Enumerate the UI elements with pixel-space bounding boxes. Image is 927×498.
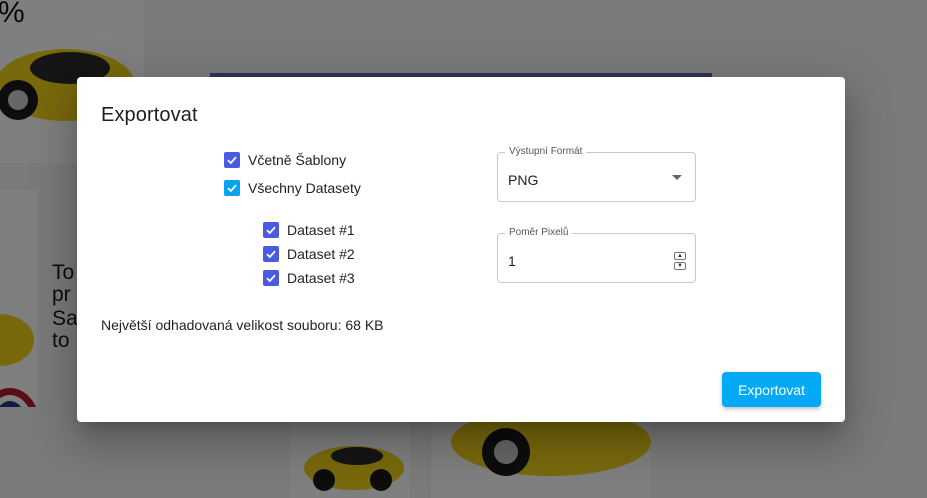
include-template-checkbox[interactable]: Včetně Šablony [224, 149, 346, 171]
number-spinner: ▲ ▼ [674, 252, 686, 270]
checkbox-checked-icon [263, 246, 279, 262]
checkbox-checked-icon [263, 270, 279, 286]
dialog-title: Exportovat [101, 104, 198, 126]
export-dialog: Exportovat Včetně Šablony Všechny Datase… [77, 77, 845, 422]
output-format-select[interactable]: Výstupní Formát PNG [497, 145, 696, 202]
dataset-3-checkbox[interactable]: Dataset #3 [263, 267, 355, 289]
dataset-label: Dataset #3 [287, 270, 355, 286]
output-format-value: PNG [508, 172, 539, 188]
output-format-label: Výstupní Formát [505, 145, 587, 159]
dataset-1-checkbox[interactable]: Dataset #1 [263, 219, 355, 241]
checkbox-checked-icon [263, 222, 279, 238]
dataset-2-checkbox[interactable]: Dataset #2 [263, 243, 355, 265]
include-template-label: Včetně Šablony [248, 152, 347, 168]
all-datasets-label: Všechny Datasety [248, 180, 361, 196]
checkbox-checked-icon [224, 180, 240, 196]
decrement-arrow-icon[interactable]: ▼ [674, 262, 686, 270]
checkbox-checked-icon [224, 152, 240, 168]
dataset-label: Dataset #1 [287, 222, 355, 238]
export-button[interactable]: Exportovat [722, 372, 821, 407]
dropdown-arrow-icon[interactable] [672, 175, 682, 180]
pixel-ratio-input[interactable]: Poměr Pixelů 1 ▲ ▼ [497, 226, 696, 283]
pixel-ratio-label: Poměr Pixelů [505, 226, 573, 240]
estimated-size-text: Největší odhadovaná velikost souboru: 68… [101, 317, 384, 333]
all-datasets-checkbox[interactable]: Všechny Datasety [224, 177, 361, 199]
pixel-ratio-value: 1 [508, 253, 516, 269]
dataset-label: Dataset #2 [287, 246, 355, 262]
increment-arrow-icon[interactable]: ▲ [674, 252, 686, 260]
